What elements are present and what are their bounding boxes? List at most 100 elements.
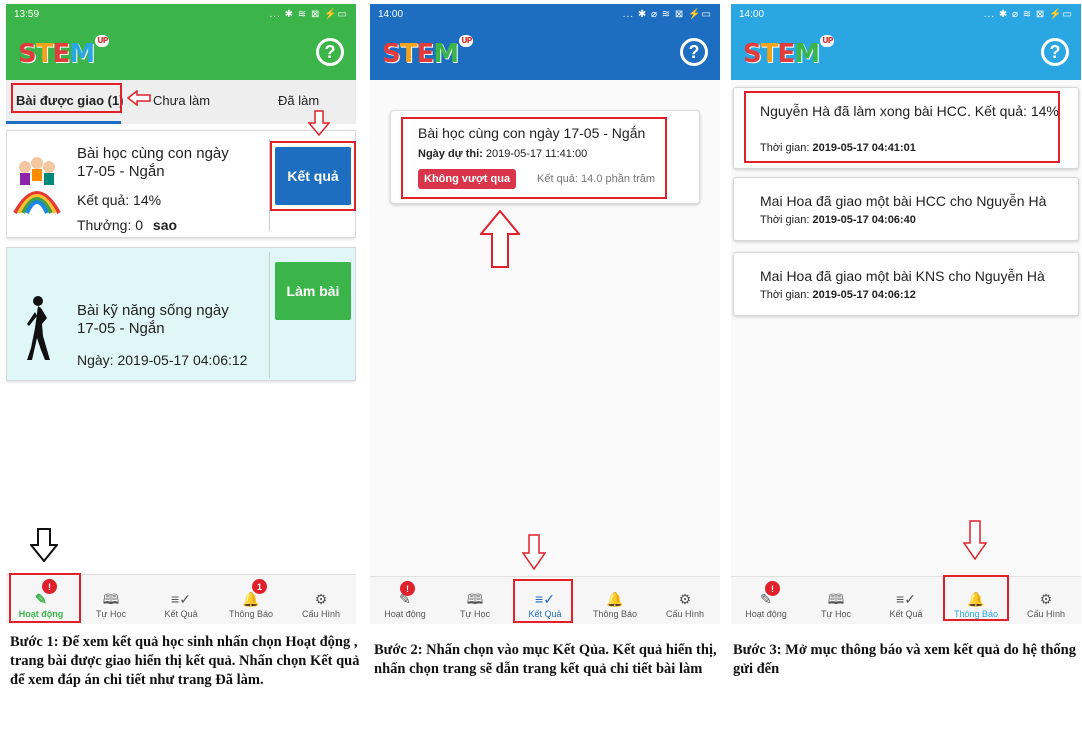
- bell-icon: 🔔: [242, 591, 260, 607]
- highlight-box: [744, 91, 1060, 163]
- help-icon[interactable]: ?: [680, 38, 708, 66]
- nav-label: Kết Quả: [164, 609, 198, 619]
- logo-badge: UP: [95, 35, 110, 47]
- arrow-down-icon: [522, 534, 546, 570]
- tab-bar: Bài được giao (1) Chưa làm Đã làm: [6, 80, 356, 124]
- help-icon[interactable]: ?: [1041, 38, 1069, 66]
- arrow-down-icon: [308, 110, 330, 136]
- card-divider: [269, 252, 270, 378]
- tab-underline: [6, 121, 121, 124]
- nav-label: Tự Học: [820, 609, 852, 619]
- app-bar: STEM UP ?: [731, 24, 1081, 80]
- highlight-box: [270, 141, 356, 211]
- assignment-title: Bài học cùng con ngày 17-05 - Ngắn: [77, 145, 229, 180]
- nav-badge: !: [400, 581, 415, 596]
- arrow-down-icon: [30, 528, 58, 562]
- notification-time: Thời gian: 2019-05-17 04:06:40: [760, 214, 916, 226]
- notification-message: Mai Hoa đã giao một bài HCC cho Nguyễn H…: [760, 193, 1047, 209]
- nav-self-study[interactable]: 🕮 Tự Học: [440, 577, 510, 624]
- person-silhouette-icon: [27, 296, 50, 360]
- highlight-box: [513, 579, 573, 623]
- assignment-card[interactable]: Bài học cùng con ngày 17-05 - Ngắn Kết q…: [6, 130, 356, 238]
- status-badge: Không vượt qua: [418, 169, 517, 189]
- nav-label: Hoạt động: [745, 609, 787, 619]
- nav-label: Cấu Hình: [301, 609, 341, 619]
- nav-settings[interactable]: ⚙ Cấu Hình: [1011, 577, 1081, 624]
- nav-results[interactable]: ≡✓ Kết Quả: [871, 577, 941, 624]
- nav-activity[interactable]: ✎ Hoạt động !: [731, 577, 801, 624]
- result-exam-date: Ngày dự thi: 2019-05-17 11:41:00: [418, 148, 588, 160]
- arrow-down-icon: [963, 520, 987, 560]
- reward-count: Thưởng: 0: [77, 217, 144, 233]
- notification-message: Mai Hoa đã giao một bài KNS cho Nguyễn H…: [760, 268, 1045, 284]
- arrow-up-icon: [480, 210, 520, 268]
- bottom-nav: ✎ Hoạt động ! 🕮 Tự Học ≡✓ Kết Quả 🔔 Thôn…: [731, 575, 1081, 624]
- stem-logo: STEM UP: [18, 35, 110, 69]
- screen-results: 14:00 ... ✱ ⌀ ≋ ⊠ ⚡▭ STEM UP ? Bài học c…: [370, 4, 720, 624]
- nav-results[interactable]: ≡✓ Kết Quả: [510, 577, 580, 624]
- nav-self-study[interactable]: 🕮 Tự Học: [801, 577, 871, 624]
- nav-settings[interactable]: ⚙ Cấu Hình: [650, 577, 720, 624]
- gear-icon: ⚙: [1039, 591, 1053, 607]
- assignment-result: Kết quả: 14%: [77, 192, 162, 208]
- assignment-reward: Thưởng: 0 sao: [77, 217, 177, 233]
- highlight-box: [9, 573, 81, 623]
- status-bar: 14:00 ... ✱ ⌀ ≋ ⊠ ⚡▭: [731, 4, 1081, 24]
- result-list-icon: ≡✓: [896, 591, 916, 607]
- nav-label: Cấu Hình: [665, 609, 705, 619]
- step1-caption: Bước 1: Để xem kết quả học sinh nhấn chọ…: [10, 634, 360, 688]
- nav-badge: !: [765, 581, 780, 596]
- gear-icon: ⚙: [678, 591, 692, 607]
- step2-caption: Bước 2: Nhấn chọn vào mục Kết Qủa. Kết q…: [374, 642, 717, 677]
- nav-settings[interactable]: ⚙ Cấu Hình: [286, 575, 356, 624]
- app-bar: STEM UP ?: [370, 24, 720, 80]
- notification-item[interactable]: Mai Hoa đã giao một bài HCC cho Nguyễn H…: [733, 177, 1079, 241]
- screen-notifications: 14:00 ... ✱ ⌀ ≋ ⊠ ⚡▭ STEM UP ? Nguyễn Hà…: [731, 4, 1081, 624]
- gear-icon: ⚙: [314, 591, 328, 607]
- screen-activity: 13:59 ... ✱ ≋ ⊠ ⚡▭ STEM UP ? Bài được gi…: [6, 4, 356, 624]
- result-card[interactable]: Bài học cùng con ngày 17-05 - Ngắn Ngày …: [390, 110, 700, 204]
- tab-not-done[interactable]: Chưa làm: [153, 93, 210, 108]
- nav-badge: 1: [252, 579, 267, 594]
- nav-activity[interactable]: ✎ Hoạt động !: [6, 573, 81, 624]
- status-bar: 13:59 ... ✱ ≋ ⊠ ⚡▭: [6, 4, 356, 24]
- result-score: Kết quả: 14.0 phần trăm: [537, 173, 656, 185]
- nav-notifications[interactable]: 🔔 Thông Báo: [941, 575, 1011, 624]
- nav-notifications[interactable]: 🔔 Thông Báo: [580, 577, 650, 624]
- bottom-nav: ✎ Hoạt động ! 🕮 Tự Học ≡✓ Kết Quả 🔔 Thôn…: [6, 573, 356, 624]
- logo-badge: UP: [459, 35, 474, 47]
- nav-label: Cấu Hình: [1026, 609, 1066, 619]
- highlight-box: [943, 575, 1009, 621]
- nav-label: Kết Quả: [889, 609, 923, 619]
- status-icons: ... ✱ ≋ ⊠ ⚡▭: [269, 8, 348, 20]
- book-icon: 🕮: [102, 591, 120, 607]
- bottom-nav: ✎ Hoạt động ! 🕮 Tự Học ≡✓ Kết Quả 🔔 Thôn…: [370, 576, 720, 624]
- nav-notifications[interactable]: 🔔 Thông Báo 1: [216, 575, 286, 624]
- status-icons: ... ✱ ⌀ ≋ ⊠ ⚡▭: [622, 8, 712, 20]
- nav-self-study[interactable]: 🕮 Tự Học: [76, 575, 146, 624]
- status-time: 13:59: [14, 8, 40, 20]
- tab-done[interactable]: Đã làm: [278, 93, 319, 108]
- assignment-card[interactable]: Bài kỹ năng sống ngày 17-05 - Ngắn Ngày:…: [6, 247, 356, 381]
- book-icon: 🕮: [466, 591, 484, 607]
- do-exercise-button[interactable]: Làm bài: [275, 262, 351, 320]
- kids-illustration-icon: [13, 157, 61, 214]
- stem-logo: STEM UP: [743, 35, 835, 69]
- status-bar: 14:00 ... ✱ ⌀ ≋ ⊠ ⚡▭: [370, 4, 720, 24]
- logo-badge: UP: [820, 35, 835, 47]
- bell-icon: 🔔: [606, 591, 624, 607]
- nav-label: Hoạt động: [384, 609, 426, 619]
- highlight-box: [11, 83, 122, 113]
- status-time: 14:00: [378, 8, 404, 20]
- notification-item[interactable]: Nguyễn Hà đã làm xong bài HCC. Kết quả: …: [733, 87, 1079, 169]
- help-icon[interactable]: ?: [316, 38, 344, 66]
- book-icon: 🕮: [827, 591, 845, 607]
- status-icons: ... ✱ ⌀ ≋ ⊠ ⚡▭: [983, 8, 1073, 20]
- notification-item[interactable]: Mai Hoa đã giao một bài KNS cho Nguyễn H…: [733, 252, 1079, 316]
- nav-results[interactable]: ≡✓ Kết Quả: [146, 575, 216, 624]
- result-list-icon: ≡✓: [171, 591, 191, 607]
- assignment-date: Ngày: 2019-05-17 04:06:12: [77, 352, 248, 368]
- nav-activity[interactable]: ✎ Hoạt động !: [370, 577, 440, 624]
- app-bar: STEM UP ?: [6, 24, 356, 80]
- status-time: 14:00: [739, 8, 765, 20]
